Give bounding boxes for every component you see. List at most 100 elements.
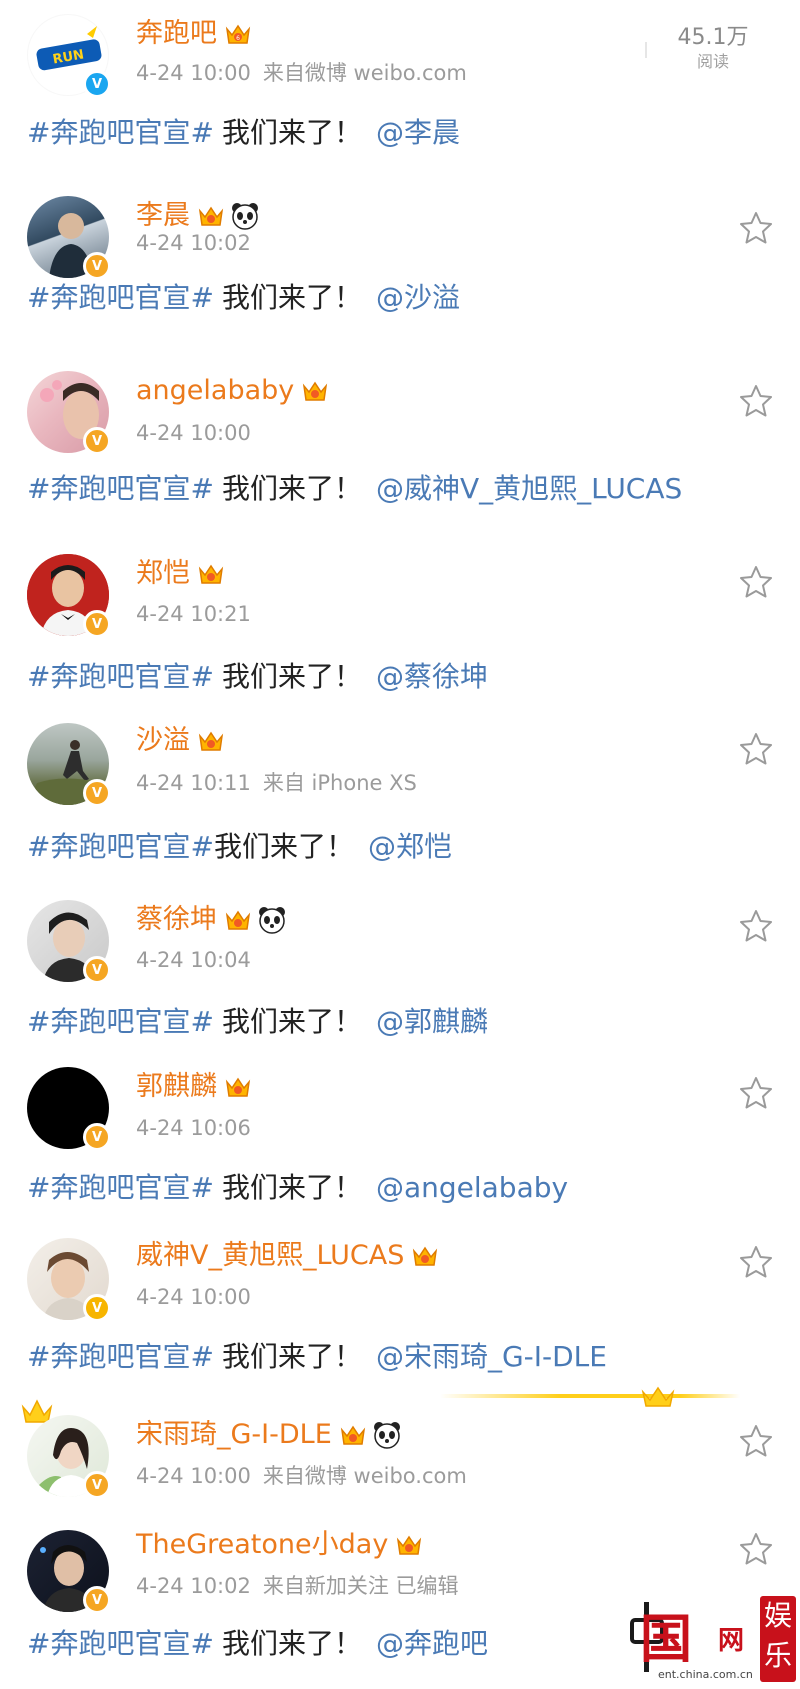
crown-icon [223, 905, 253, 935]
avatar[interactable]: RUN V [27, 14, 111, 98]
watermark-url: ent.china.com.cn [658, 1668, 753, 1681]
mention-link[interactable]: @蔡徐坤 [376, 660, 488, 693]
user-name[interactable]: 威神V_黄旭熙_LUCAS [136, 1236, 404, 1276]
avatar[interactable]: V [27, 554, 111, 638]
panda-icon [372, 1420, 402, 1450]
avatar[interactable]: V [27, 1415, 111, 1499]
post-meta: 4-24 10:04 [136, 945, 251, 975]
mention-link[interactable]: @angelababy [376, 1171, 568, 1204]
post-time: 4-24 10:00 [136, 1464, 251, 1488]
post-time: 4-24 10:11 [136, 771, 251, 795]
post-meta: 4-24 10:00 [136, 418, 251, 448]
avatar[interactable]: V [27, 371, 111, 455]
hashtag-link[interactable]: #奔跑吧官宣# [27, 472, 214, 505]
post-content: #奔跑吧官宣# 我们来了！ @蔡徐坤 [27, 656, 488, 698]
star-icon[interactable] [738, 908, 774, 944]
star-icon[interactable] [738, 564, 774, 600]
mention-link[interactable]: @郑恺 [368, 830, 452, 863]
hashtag-link[interactable]: #奔跑吧官宣# [27, 1005, 214, 1038]
post-source: 来自新加关注 已编辑 [262, 1574, 459, 1598]
avatar[interactable]: V [27, 1067, 111, 1151]
post-lucas: V 威神V_黄旭熙_LUCAS 4-24 10:00 #奔跑吧官宣# 我们来了！ @… [0, 1230, 800, 1395]
crown-icon [394, 1530, 424, 1560]
star-icon[interactable] [738, 1531, 774, 1567]
avatar[interactable]: V [27, 1530, 111, 1614]
crown-icon [223, 1072, 253, 1102]
panda-icon [230, 201, 260, 231]
crown-icon [338, 1420, 368, 1450]
post-content: #奔跑吧官宣# 我们来了！ @angelababy [27, 1167, 568, 1209]
star-icon[interactable] [738, 1244, 774, 1280]
user-name[interactable]: 郭麒麟 [136, 1067, 217, 1107]
post-angelababy: V angelababy 4-24 10:00 #奔跑吧官宣# 我们来了！ @威神V… [0, 355, 800, 525]
post-time: 4-24 10:02 [136, 1574, 251, 1598]
post-text: 我们来了！ [221, 660, 362, 693]
post-time: 4-24 10:00 [136, 1285, 251, 1309]
read-count: 45.1万 阅读 [668, 24, 758, 72]
star-icon[interactable] [738, 210, 774, 246]
post-content: #奔跑吧官宣# 我们来了！ @沙溢 [27, 277, 460, 319]
user-name[interactable]: 宋雨琦_G-I-DLE [136, 1415, 332, 1455]
crown-icon [300, 376, 330, 406]
post-meta: 4-24 10:00 [136, 1282, 251, 1312]
mention-link[interactable]: @威神V_黄旭熙_LUCAS [376, 472, 682, 505]
star-icon[interactable] [738, 731, 774, 767]
verified-badge-icon: V [83, 427, 111, 455]
post-source: 来自微博 weibo.com [262, 1464, 467, 1488]
post-source: 来自微博 weibo.com [262, 61, 467, 85]
weibo-feed: RUN V 奔跑吧 6 4-24 10:00 来自微博 weibo.com 45.… [0, 0, 800, 1689]
verified-badge-icon: V [83, 956, 111, 984]
avatar[interactable]: V [27, 900, 111, 984]
mention-link[interactable]: @奔跑吧 [376, 1627, 488, 1660]
post-time: 4-24 10:00 [136, 61, 251, 85]
post-content: #奔跑吧官宣# 我们来了！ @威神V_黄旭熙_LUCAS [27, 468, 682, 510]
post-songyuqi: V 宋雨琦_G-I-DLE 4-24 10:00 来自微博 weibo.com [0, 1395, 800, 1505]
mention-link[interactable]: @李晨 [376, 116, 460, 149]
post-text: 我们来了！ [221, 1340, 362, 1373]
user-name[interactable]: 郑恺 [136, 554, 190, 594]
star-icon[interactable] [738, 383, 774, 419]
post-zhengkai: V 郑恺 4-24 10:21 #奔跑吧官宣# 我们来了！ @蔡徐坤 [0, 538, 800, 703]
post-shayi: V 沙溢 4-24 10:11 来自 iPhone XS #奔跑吧官宣#我们来了！… [0, 713, 800, 878]
post-text: 我们来了！ [213, 830, 354, 863]
hashtag-link[interactable]: #奔跑吧官宣# [27, 830, 214, 863]
post-meta: 4-24 10:11 来自 iPhone XS [136, 768, 417, 798]
post-time: 4-24 10:00 [136, 421, 251, 445]
avatar[interactable]: V [27, 723, 111, 807]
post-content: #奔跑吧官宣# 我们来了！ @奔跑吧 [27, 1623, 488, 1665]
crown-icon [196, 726, 226, 756]
user-name[interactable]: TheGreatone小day [136, 1525, 388, 1565]
hashtag-link[interactable]: #奔跑吧官宣# [27, 1340, 214, 1373]
post-guoqilin: V 郭麒麟 4-24 10:06 #奔跑吧官宣# 我们来了！ @angelababy [0, 1063, 800, 1228]
post-content: #奔跑吧官宣# 我们来了！ @李晨 [27, 112, 460, 154]
user-name[interactable]: 奔跑吧 [136, 14, 217, 54]
avatar[interactable]: V [27, 1238, 111, 1322]
post-text: 我们来了！ [221, 472, 362, 505]
star-icon[interactable] [738, 1423, 774, 1459]
read-count-label: 阅读 [696, 52, 729, 71]
crown-icon: 6 [223, 19, 253, 49]
mention-link[interactable]: @宋雨琦_G-I-DLE [376, 1340, 607, 1373]
user-name[interactable]: 蔡徐坤 [136, 900, 217, 940]
post-meta: 4-24 10:06 [136, 1113, 251, 1143]
verified-badge-icon: V [83, 1586, 111, 1614]
post-meta: 4-24 10:02 来自新加关注 已编辑 [136, 1571, 459, 1601]
post-benpaoba: RUN V 奔跑吧 6 4-24 10:00 来自微博 weibo.com 45.… [0, 0, 800, 170]
hashtag-link[interactable]: #奔跑吧官宣# [27, 281, 214, 314]
hashtag-link[interactable]: #奔跑吧官宣# [27, 116, 214, 149]
hashtag-link[interactable]: #奔跑吧官宣# [27, 1171, 214, 1204]
avatar[interactable]: V [27, 196, 111, 280]
read-count-value: 45.1万 [677, 25, 749, 50]
post-content: #奔跑吧官宣#我们来了！ @郑恺 [27, 826, 452, 868]
user-name[interactable]: angelababy [136, 371, 294, 411]
hashtag-link[interactable]: #奔跑吧官宣# [27, 1627, 214, 1660]
user-name[interactable]: 沙溢 [136, 721, 190, 761]
hashtag-link[interactable]: #奔跑吧官宣# [27, 660, 214, 693]
post-time: 4-24 10:21 [136, 602, 251, 626]
mention-link[interactable]: @郭麒麟 [376, 1005, 488, 1038]
post-lichen: V 李晨 4-24 10:02 #奔跑吧官宣# 我们来了！ @沙溢 [0, 180, 800, 350]
post-text: 我们来了！ [221, 1005, 362, 1038]
mention-link[interactable]: @沙溢 [376, 281, 460, 314]
star-icon[interactable] [738, 1075, 774, 1111]
post-meta: 4-24 10:02 [136, 228, 251, 258]
